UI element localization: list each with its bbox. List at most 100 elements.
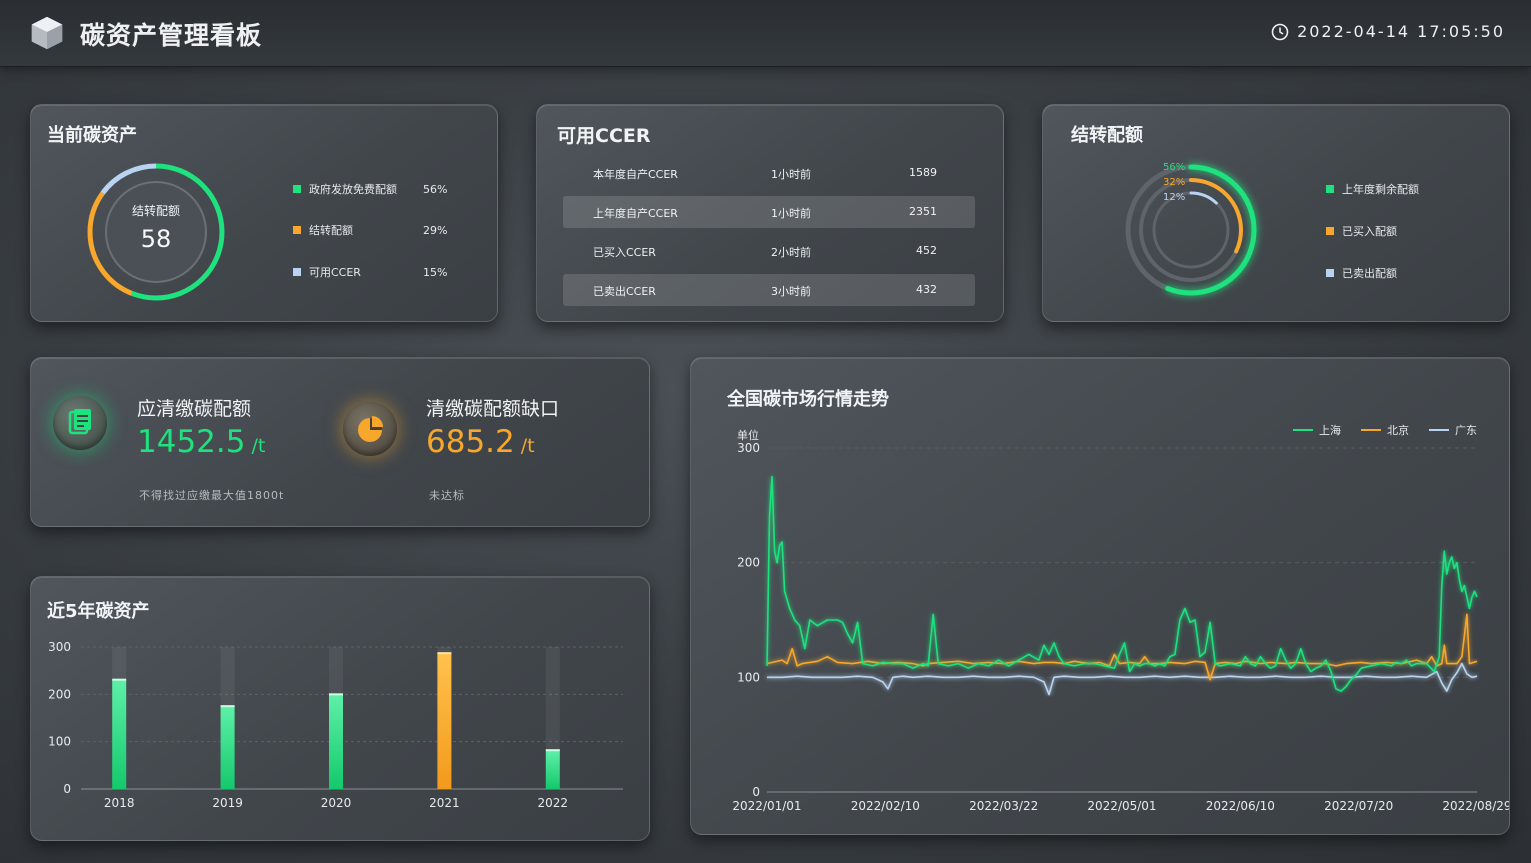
- x-tick-label: 2022/03/22: [969, 799, 1038, 813]
- bar-2019: [220, 706, 235, 789]
- legend-label: 可用CCER: [309, 266, 361, 279]
- ccer-value: 2351: [909, 205, 937, 218]
- x-tick-label: 2021: [429, 796, 460, 810]
- x-tick-label: 2022: [538, 796, 569, 810]
- legend-pct: 15%: [423, 265, 448, 279]
- y-tick-label: 200: [737, 556, 760, 570]
- gap-quota-number: 685.2: [426, 424, 515, 460]
- donut-center-value: 58: [140, 225, 172, 253]
- ring-label-inner: 12%: [1163, 192, 1186, 203]
- gap-quota-label: 清缴碳配额缺口: [426, 398, 560, 420]
- legend-pct: 29%: [423, 223, 448, 237]
- donut-center-label: 结转配额: [131, 204, 180, 218]
- bar-2018: [112, 679, 127, 789]
- ccer-value: 432: [916, 283, 937, 296]
- legend-label: 已卖出配额: [1342, 267, 1397, 280]
- y-tick-label: 300: [48, 640, 71, 654]
- legend-swatch: [1326, 269, 1334, 277]
- table-row[interactable]: 本年度自产CCER 1小时前 1589: [563, 157, 975, 189]
- y-tick-label: 0: [752, 785, 760, 799]
- table-row[interactable]: 已买入CCER 2小时前 452: [563, 235, 975, 267]
- gap-quota-note: 未达标: [429, 489, 465, 502]
- ccer-name: 已卖出CCER: [593, 285, 656, 298]
- bar-2021: [437, 653, 452, 789]
- legend-item: 已买入配额: [1326, 223, 1397, 239]
- legend-label: 结转配额: [309, 224, 353, 237]
- x-tick-label: 2019: [212, 796, 243, 810]
- current-assets-panel: 当前碳资产 结转配额 58 政府发放免费配额 56% 结转配额 29% 可用CC…: [30, 104, 498, 322]
- legend-item: 结转配额 29%: [293, 222, 447, 238]
- x-tick-label: 2022/06/10: [1206, 799, 1275, 813]
- bar-cap: [545, 749, 560, 752]
- panel-title: 当前碳资产: [47, 125, 137, 146]
- legend-label: 政府发放免费配额: [309, 183, 397, 196]
- ccer-panel: 可用CCER 本年度自产CCER 1小时前 1589 上年度自产CCER 1小时…: [536, 104, 1004, 322]
- ring-label-middle: 32%: [1163, 177, 1186, 188]
- bar-2020: [329, 694, 343, 789]
- legend-swatch: [293, 268, 301, 276]
- datetime-text: 2022-04-14 17:05:50: [1297, 22, 1505, 41]
- ccer-time: 2小时前: [771, 246, 811, 259]
- legend-item: 可用CCER 15%: [293, 264, 447, 280]
- ring-label-outer: 56%: [1163, 162, 1186, 173]
- quota-panel: 应清缴碳配额 1452.5/t 不得找过应缴最大值1800t 清缴碳配额缺口 6…: [30, 357, 650, 527]
- due-quota-value: 1452.5/t: [137, 424, 265, 460]
- x-tick-label: 2022/08/29: [1442, 799, 1509, 813]
- panel-title: 结转配额: [1071, 125, 1143, 146]
- page-title: 碳资产管理看板: [80, 21, 263, 50]
- datetime-display: 2022-04-14 17:05:50: [1271, 22, 1505, 41]
- carryover-ring-chart: [1125, 164, 1257, 296]
- legend-label: 已买入配额: [1342, 225, 1397, 238]
- pie-chart-icon: [343, 402, 397, 456]
- due-quota-label: 应清缴碳配额: [137, 398, 252, 420]
- gap-quota-unit: /t: [520, 435, 535, 457]
- ccer-time: 1小时前: [771, 207, 811, 220]
- bar-cap: [329, 693, 343, 696]
- series-line-广东: [767, 662, 1478, 696]
- x-tick-label: 2022/02/10: [851, 799, 920, 813]
- bar-cap: [220, 705, 235, 708]
- y-tick-label: 200: [48, 687, 71, 701]
- y-tick-label: 100: [48, 735, 71, 749]
- ccer-value: 452: [916, 244, 937, 257]
- y-tick-label: 0: [63, 782, 71, 796]
- legend-label: 上年度剩余配额: [1342, 183, 1419, 196]
- legend-swatch: [293, 226, 301, 234]
- legend-pct: 56%: [423, 182, 448, 196]
- clock-icon: [1271, 23, 1289, 40]
- ccer-name: 已买入CCER: [593, 246, 656, 259]
- ccer-name: 本年度自产CCER: [593, 168, 678, 181]
- market-panel: 全国碳市场行情走势 单位 上海 北京 广东 300 200 100 0 2022/01/…: [690, 357, 1510, 835]
- panel-title: 可用CCER: [557, 125, 651, 147]
- top-bar: 碳资产管理看板 2022-04-14 17:05:50: [0, 0, 1531, 67]
- y-tick-label: 100: [737, 670, 760, 684]
- legend-swatch: [1326, 185, 1334, 193]
- legend-item: 已卖出配额: [1326, 265, 1397, 281]
- carryover-panel: 结转配额 56% 32% 12% 上年度剩余配额 已买入配额 已卖出配额: [1042, 104, 1510, 322]
- due-quota-note: 不得找过应缴最大值1800t: [139, 489, 285, 502]
- ccer-time: 1小时前: [771, 168, 811, 181]
- document-icon: [53, 396, 107, 450]
- legend-swatch: [293, 185, 301, 193]
- bar-cap: [112, 678, 127, 681]
- ccer-name: 上年度自产CCER: [593, 207, 678, 220]
- five-year-panel: 近5年碳资产 300 200 100 0 2018 2019 2020 2021 2022: [30, 576, 650, 841]
- five-year-bar-chart: 300 200 100 0 2018 2019 2020 2021 2022: [48, 640, 623, 810]
- legend-item: 政府发放免费配额 56%: [293, 181, 447, 197]
- y-tick-label: 300: [737, 441, 760, 455]
- cube-logo-icon: [31, 16, 63, 50]
- due-quota-number: 1452.5: [137, 424, 246, 460]
- x-tick-label: 2022/01/01: [732, 799, 801, 813]
- table-row[interactable]: 已卖出CCER 3小时前 432: [563, 274, 975, 306]
- legend-item: 上年度剩余配额: [1326, 181, 1419, 197]
- ccer-value: 1589: [909, 166, 937, 179]
- x-tick-label: 2022/05/01: [1087, 799, 1156, 813]
- series-line-上海: [766, 475, 1478, 692]
- legend-swatch: [1326, 227, 1334, 235]
- due-quota-unit: /t: [251, 435, 266, 457]
- table-row[interactable]: 上年度自产CCER 1小时前 2351: [563, 196, 975, 228]
- x-tick-label: 2022/07/20: [1324, 799, 1393, 813]
- bar-2022: [545, 750, 560, 789]
- bar-cap: [437, 652, 452, 655]
- ccer-time: 3小时前: [771, 285, 811, 298]
